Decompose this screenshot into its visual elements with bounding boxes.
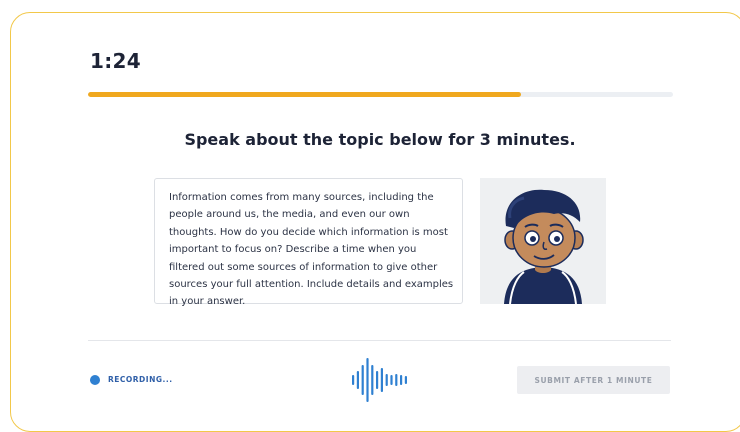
prompt-title: Speak about the topic below for 3 minute… bbox=[184, 130, 576, 149]
waveform-bar bbox=[352, 375, 355, 385]
waveform-bar bbox=[400, 375, 403, 385]
waveform-bar bbox=[404, 376, 407, 384]
recording-indicator-dot bbox=[90, 375, 100, 385]
speaker-avatar bbox=[480, 178, 606, 304]
waveform-bar bbox=[376, 371, 379, 389]
topic-text-box: Information comes from many sources, inc… bbox=[154, 178, 463, 307]
waveform-bar bbox=[356, 371, 359, 389]
waveform-bar bbox=[395, 374, 398, 386]
waveform-bar bbox=[385, 374, 388, 386]
countdown-timer: 1:24 bbox=[90, 49, 141, 73]
progress-bar-fill bbox=[88, 92, 521, 97]
progress-bar bbox=[88, 92, 673, 97]
waveform-bar bbox=[390, 375, 393, 385]
footer-divider bbox=[88, 340, 671, 341]
submit-button[interactable]: SUBMIT AFTER 1 MINUTE bbox=[517, 366, 670, 394]
waveform-bar bbox=[371, 365, 374, 395]
waveform-bar bbox=[366, 358, 369, 402]
recording-status-label: RECORDING... bbox=[108, 375, 173, 384]
waveform-bar bbox=[380, 368, 383, 392]
waveform-bar bbox=[361, 365, 364, 395]
cartoon-person-avatar-icon bbox=[504, 189, 584, 304]
audio-waveform-icon bbox=[352, 358, 407, 402]
